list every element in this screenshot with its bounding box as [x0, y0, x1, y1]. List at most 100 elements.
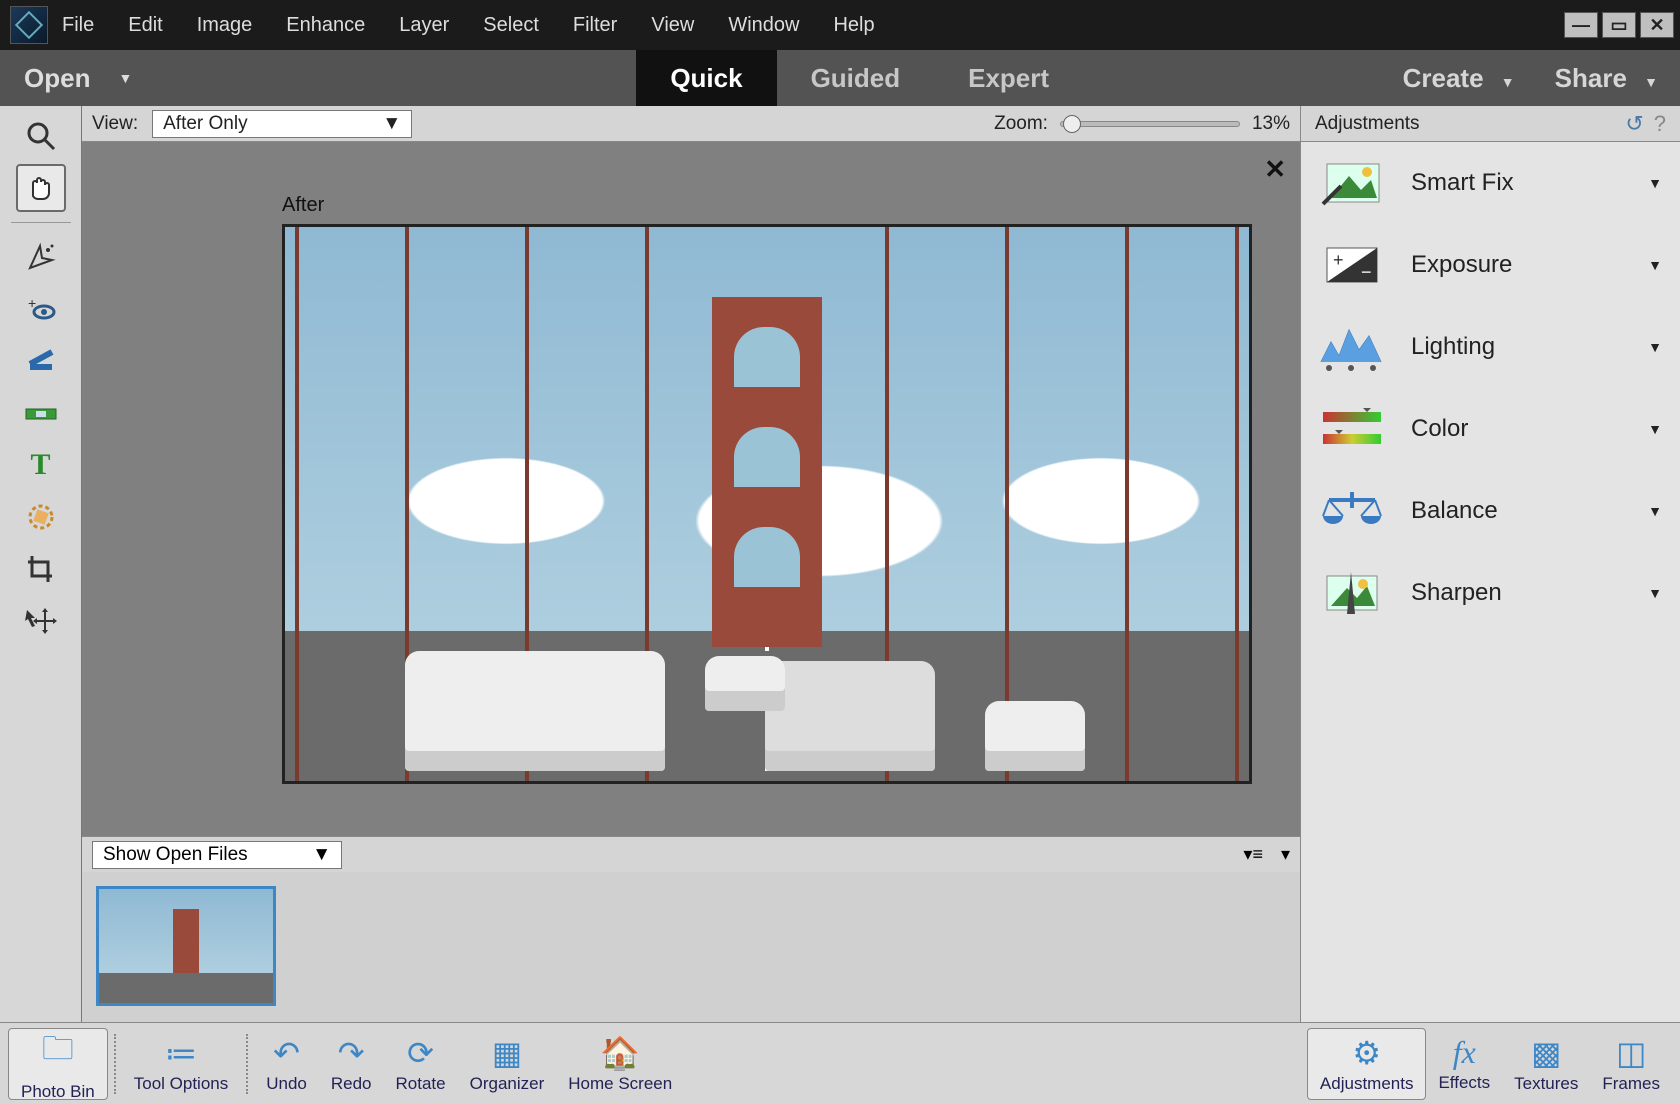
photo-bin-button[interactable]: 🗀 Photo Bin [8, 1028, 108, 1100]
move-tool[interactable] [16, 597, 66, 645]
view-dropdown[interactable]: After Only ▼ [152, 110, 412, 138]
menu-image[interactable]: Image [197, 14, 253, 37]
adjust-lighting[interactable]: Lighting ▼ [1301, 306, 1680, 388]
title-bar: File Edit Image Enhance Layer Select Fil… [0, 0, 1680, 50]
reset-icon[interactable]: ↺ [1625, 111, 1643, 137]
crop-tool[interactable] [16, 545, 66, 593]
menu-bar: File Edit Image Enhance Layer Select Fil… [62, 14, 1560, 37]
button-label: Home Screen [568, 1074, 672, 1094]
separator [246, 1034, 248, 1094]
maximize-button[interactable]: ▭ [1602, 12, 1636, 38]
straighten-tool[interactable] [16, 389, 66, 437]
chevron-down-icon: ▼ [1501, 74, 1515, 90]
redeye-tool[interactable]: + [16, 285, 66, 333]
menu-help[interactable]: Help [833, 14, 874, 37]
adjustments-header: Adjustments ↺ ? [1301, 106, 1680, 142]
chevron-down-icon: ▼ [1648, 339, 1662, 355]
photo-bin-icon: 🗀 [42, 1026, 74, 1080]
tab-quick[interactable]: Quick [636, 50, 776, 106]
hand-tool[interactable] [16, 164, 66, 212]
tab-expert[interactable]: Expert [934, 50, 1083, 106]
rotate-button[interactable]: ⟳ Rotate [384, 1028, 458, 1100]
sliders-icon: ⚙ [1352, 1034, 1381, 1072]
redo-button[interactable]: ↷ Redo [319, 1028, 384, 1100]
adjust-label: Lighting [1411, 333, 1495, 361]
chevron-down-icon: ▼ [1648, 257, 1662, 273]
menu-layer[interactable]: Layer [399, 14, 449, 37]
help-icon[interactable]: ? [1654, 111, 1666, 137]
photobin-right-controls: ▾≡ ▾ [1243, 844, 1290, 865]
tool-palette: + T [0, 106, 82, 1022]
adjustments-title: Adjustments [1315, 113, 1420, 135]
canvas-area: ✕ After [82, 142, 1300, 836]
tab-guided[interactable]: Guided [777, 50, 935, 106]
smartfix-icon [1319, 158, 1385, 208]
tool-options-button[interactable]: ≔ Tool Options [122, 1028, 241, 1100]
undo-button[interactable]: ↶ Undo [254, 1028, 319, 1100]
adjust-sharpen[interactable]: Sharpen ▼ [1301, 552, 1680, 634]
menu-filter[interactable]: Filter [573, 14, 617, 37]
adjust-color[interactable]: Color ▼ [1301, 388, 1680, 470]
share-label: Share [1555, 63, 1627, 93]
organizer-button[interactable]: ▦ Organizer [458, 1028, 557, 1100]
textures-button[interactable]: ▩ Textures [1502, 1028, 1590, 1100]
adjust-smartfix[interactable]: Smart Fix ▼ [1301, 142, 1680, 224]
menu-view[interactable]: View [651, 14, 694, 37]
quick-select-tool[interactable] [16, 233, 66, 281]
organizer-icon: ▦ [492, 1034, 522, 1072]
button-label: Undo [266, 1074, 307, 1094]
effects-button[interactable]: fx Effects [1426, 1028, 1502, 1100]
lighting-icon [1319, 322, 1385, 372]
home-button[interactable]: 🏠 Home Screen [556, 1028, 684, 1100]
menu-file[interactable]: File [62, 14, 94, 37]
center-column: View: After Only ▼ Zoom: 13% ✕ After [82, 106, 1300, 1022]
frames-button[interactable]: ◫ Frames [1590, 1028, 1672, 1100]
chevron-down-icon: ▼ [1648, 585, 1662, 601]
menu-enhance[interactable]: Enhance [286, 14, 365, 37]
chevron-down-icon: ▼ [1648, 421, 1662, 437]
adjust-label: Balance [1411, 497, 1498, 525]
adjustments-panel: Adjustments ↺ ? Smart Fix ▼ +− Exposure … [1300, 106, 1680, 1022]
menu-edit[interactable]: Edit [128, 14, 162, 37]
zoom-controls: Zoom: 13% [994, 113, 1290, 135]
zoom-label: Zoom: [994, 113, 1048, 135]
menu-window[interactable]: Window [728, 14, 799, 37]
separator [11, 222, 71, 223]
chevron-down-icon: ▼ [1648, 503, 1662, 519]
zoom-slider[interactable] [1060, 121, 1240, 127]
adjustments-button[interactable]: ⚙ Adjustments [1307, 1028, 1427, 1100]
open-label: Open [24, 63, 90, 94]
menu-select[interactable]: Select [483, 14, 539, 37]
button-label: Redo [331, 1074, 372, 1094]
adjust-label: Smart Fix [1411, 169, 1514, 197]
close-window-button[interactable]: ✕ [1640, 12, 1674, 38]
photobin-collapse-icon[interactable]: ▾ [1281, 844, 1290, 865]
view-value: After Only [163, 113, 247, 135]
open-dropdown[interactable]: Open ▼ [0, 50, 156, 106]
document-canvas[interactable] [282, 224, 1252, 784]
fx-icon: fx [1453, 1034, 1476, 1071]
spot-heal-tool[interactable] [16, 493, 66, 541]
share-dropdown[interactable]: Share ▼ [1555, 63, 1658, 94]
photobin-dropdown[interactable]: Show Open Files ▼ [92, 841, 342, 869]
whiten-teeth-tool[interactable] [16, 337, 66, 385]
mode-bar: Open ▼ Quick Guided Expert Create ▼ Shar… [0, 50, 1680, 106]
after-label: After [282, 194, 324, 217]
photobin-menu-icon[interactable]: ▾≡ [1243, 844, 1263, 865]
minimize-button[interactable]: — [1564, 12, 1598, 38]
close-document-button[interactable]: ✕ [1264, 154, 1286, 185]
text-tool[interactable]: T [16, 441, 66, 489]
rotate-icon: ⟳ [407, 1034, 434, 1072]
zoom-tool[interactable] [16, 112, 66, 160]
adjust-exposure[interactable]: +− Exposure ▼ [1301, 224, 1680, 306]
thumbnail[interactable] [96, 886, 276, 1006]
adjust-balance[interactable]: Balance ▼ [1301, 470, 1680, 552]
create-dropdown[interactable]: Create ▼ [1403, 63, 1515, 94]
button-label: Adjustments [1320, 1074, 1414, 1094]
window-controls: — ▭ ✕ [1560, 12, 1674, 38]
balance-icon [1319, 486, 1385, 536]
photo-bin [82, 872, 1300, 1022]
button-label: Organizer [470, 1074, 545, 1094]
zoom-thumb[interactable] [1063, 115, 1081, 133]
zoom-value: 13% [1252, 113, 1290, 135]
